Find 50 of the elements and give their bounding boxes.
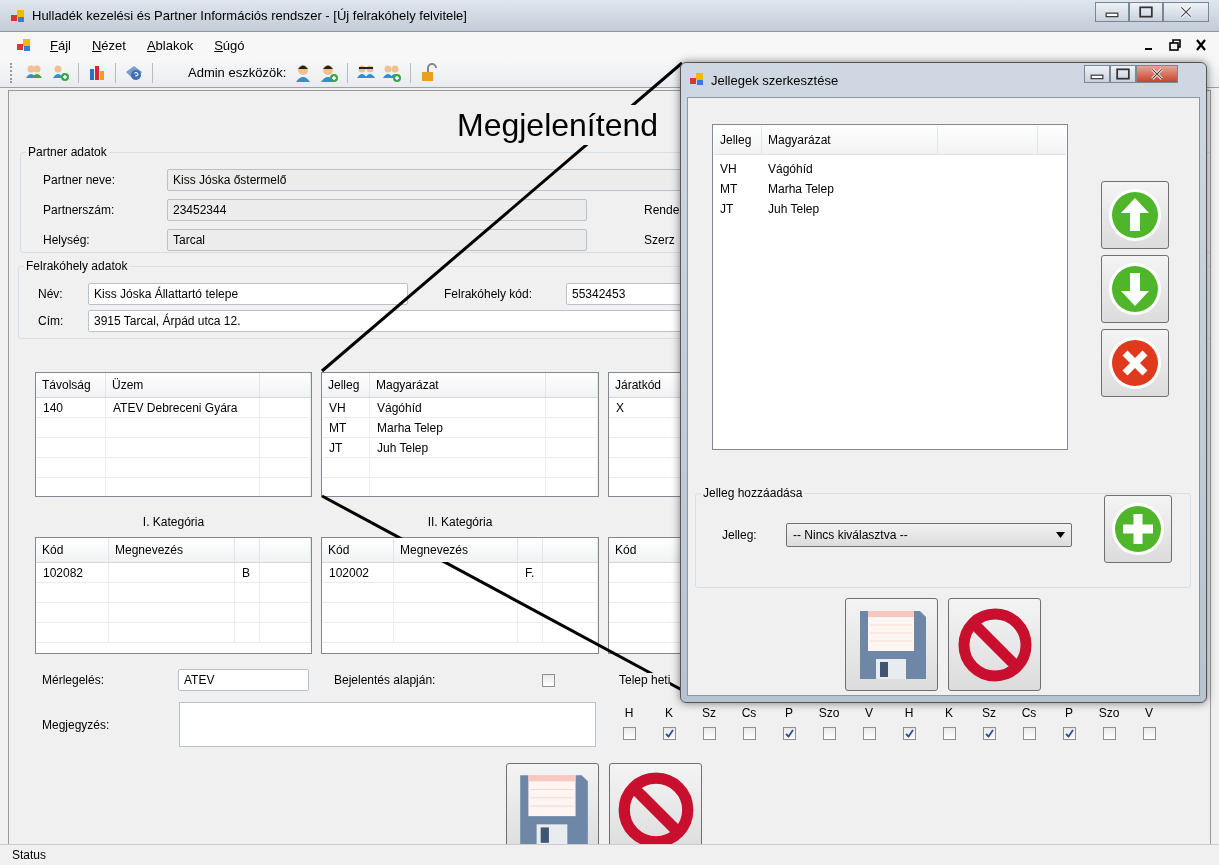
menu-item[interactable]: Fájl — [50, 37, 71, 53]
table-cell: 140 — [36, 398, 106, 418]
day-label: P — [785, 706, 793, 720]
menu-item[interactable]: Ablakok — [146, 37, 194, 53]
table-cell: 102082 — [36, 563, 109, 583]
table-cell: ATEV Debreceni Gyára — [106, 398, 260, 418]
day-label: V — [865, 706, 873, 720]
window-title: Hulladék kezelési és Partner Információs rendszer - [Új felrakóhely felvitele] — [32, 8, 468, 23]
field-label: Szerz — [644, 233, 675, 247]
column-header[interactable]: Megnevezés — [394, 538, 518, 562]
day-label: Sz — [982, 706, 996, 720]
day-label: P — [1065, 706, 1073, 720]
table-cell: B — [235, 563, 260, 583]
table-cell: F. — [518, 563, 543, 583]
table-cell: Marha Telep — [370, 418, 546, 438]
text-field[interactable]: ATEV — [178, 669, 309, 691]
list-caption: II. Kategória — [426, 515, 494, 531]
day-label: H — [624, 706, 634, 720]
day-label: Cs — [741, 706, 757, 720]
dropdown[interactable]: -- Nincs kiválasztva -- — [786, 523, 1072, 547]
table-cell: VH — [322, 398, 370, 418]
menu-item[interactable]: Nézet — [91, 37, 126, 53]
table-cell: 102002 — [322, 563, 394, 583]
dialog-title: Jellegek szerkesztése — [711, 73, 840, 88]
list-caption: I. Kategória — [141, 515, 206, 531]
table-cell: JT — [322, 438, 370, 458]
group-title: Felrakóhely adatok — [25, 259, 129, 273]
day-label: Sz — [702, 706, 716, 720]
text-field[interactable]: Kiss Jóska Állattartó telepe — [88, 283, 408, 305]
day-label: K — [945, 706, 953, 720]
table-cell: Juh Telep — [370, 438, 546, 458]
table-cell-text: JT — [719, 201, 735, 218]
table-cell: MT — [322, 418, 370, 438]
text-field[interactable]: Tarcal — [167, 229, 587, 251]
menu-item[interactable]: Súgó — [214, 37, 245, 53]
day-label: K — [665, 706, 673, 720]
text-field[interactable]: 23452344 — [167, 199, 587, 221]
field-label: Telep heti — [619, 673, 671, 687]
day-label: Szo — [1098, 706, 1120, 720]
group-title: Jelleg hozzáadása — [702, 486, 804, 500]
table-cell-text: Juh Telep — [767, 201, 821, 218]
form-heading: Megjelenítend — [457, 105, 659, 145]
day-label: Szo — [818, 706, 840, 720]
toolbar-label: Admin eszközök: — [188, 65, 287, 80]
field-label: Rende — [644, 203, 680, 217]
day-label: Cs — [1021, 706, 1037, 720]
day-label: H — [904, 706, 914, 720]
day-label: V — [1145, 706, 1153, 720]
table-cell: Vágóhíd — [370, 398, 546, 418]
group-title: Partner adatok — [27, 145, 108, 159]
